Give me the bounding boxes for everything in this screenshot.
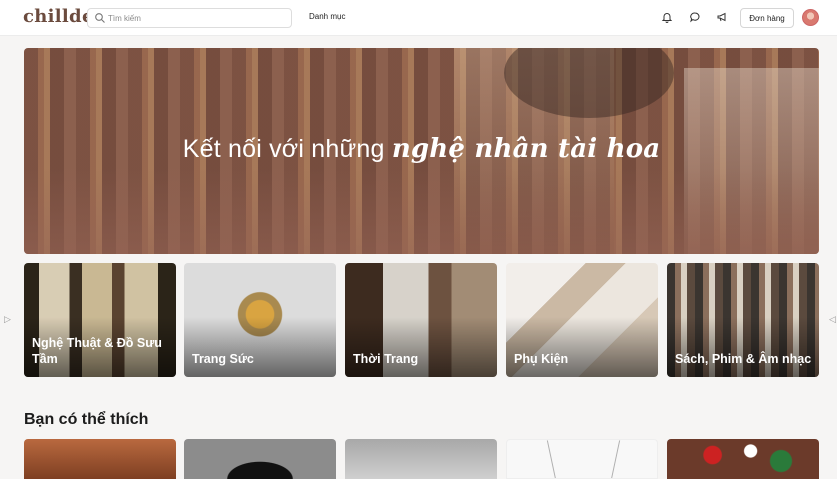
category-label: Thời Trang xyxy=(353,352,419,366)
search-icon xyxy=(95,13,105,23)
chevron-right-icon[interactable]: ◁ xyxy=(828,314,837,326)
necklace-chain xyxy=(610,440,621,478)
product-card[interactable] xyxy=(24,439,176,479)
hero-banner: Kết nối với những nghệ nhân tài hoa xyxy=(24,48,819,254)
megaphone-icon[interactable] xyxy=(715,10,729,24)
category-card-art-collectibles[interactable]: Nghệ Thuật & Đồ Sưu Tầm xyxy=(24,263,176,377)
hero-title-regular: Kết nối với những xyxy=(182,135,385,163)
orders-button[interactable]: Đơn hàng xyxy=(740,8,794,28)
category-card-fashion[interactable]: Thời Trang xyxy=(345,263,497,377)
chevron-left-icon[interactable]: ▷ xyxy=(3,314,12,326)
search-input[interactable] xyxy=(108,11,288,26)
chat-icon[interactable] xyxy=(688,10,702,24)
bell-icon[interactable] xyxy=(660,10,674,24)
category-card-accessories[interactable]: Phụ Kiện xyxy=(506,263,658,377)
search-box[interactable] xyxy=(87,8,292,28)
product-card[interactable] xyxy=(184,439,336,479)
card-gradient xyxy=(506,317,658,377)
hero-title-emphasis: nghệ nhân tài hoa xyxy=(391,134,661,164)
hero-shade xyxy=(24,168,819,254)
product-card[interactable] xyxy=(506,439,658,479)
necklace-chain xyxy=(546,440,557,478)
card-gradient xyxy=(184,317,336,377)
card-gradient xyxy=(345,317,497,377)
section-title-recommendations: Bạn có thể thích xyxy=(24,411,149,428)
hero-title: Kết nối với những nghệ nhân tài hoa xyxy=(24,134,819,164)
avatar[interactable] xyxy=(802,9,819,26)
product-card[interactable] xyxy=(667,439,819,479)
category-label: Trang Sức xyxy=(192,352,254,366)
category-label: Nghệ Thuật & Đồ Sưu Tầm xyxy=(32,336,162,366)
category-label: Phụ Kiện xyxy=(514,352,569,366)
category-card-jewelry[interactable]: Trang Sức xyxy=(184,263,336,377)
product-card[interactable] xyxy=(345,439,497,479)
top-navbar: chillde Danh mục Đơn hàng xyxy=(0,0,837,36)
category-label: Sách, Phim & Âm nhạc xyxy=(675,352,812,366)
card-gradient xyxy=(667,317,819,377)
category-card-books-movies-music[interactable]: Sách, Phim & Âm nhạc xyxy=(667,263,819,377)
category-menu-link[interactable]: Danh mục xyxy=(309,12,345,21)
logo[interactable]: chillde xyxy=(23,6,94,27)
